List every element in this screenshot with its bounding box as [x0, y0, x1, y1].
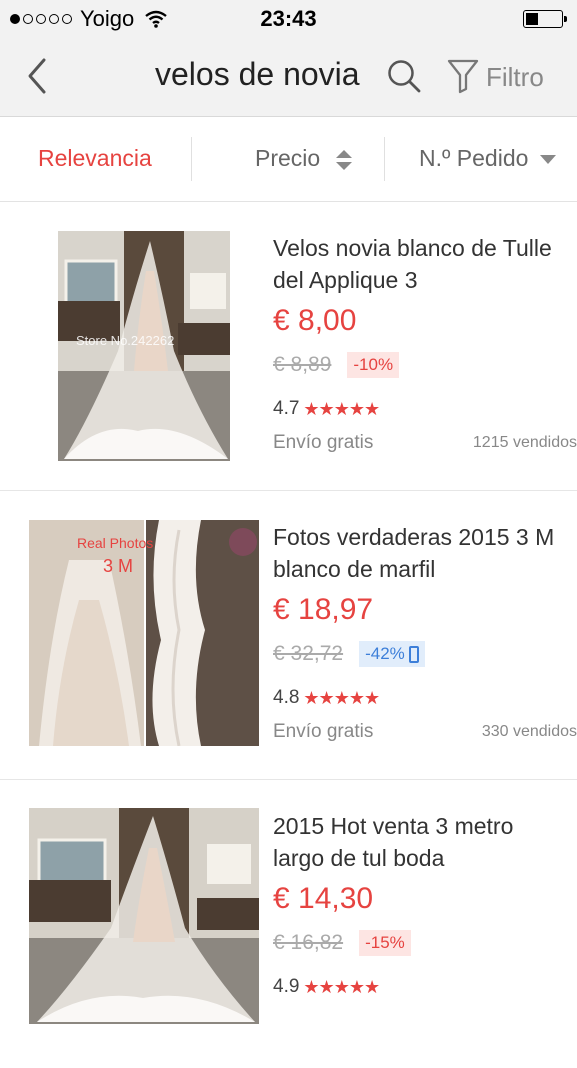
rating-row: 4.7 ★★★★★ — [273, 396, 563, 422]
discount-badge: -10% — [347, 352, 400, 378]
sort-divider — [384, 137, 385, 181]
rating-value: 4.9 — [273, 976, 300, 997]
rating-row: 4.8 ★★★★★ — [273, 685, 563, 711]
price-row: € 32,72 -42% — [273, 639, 563, 669]
shipping-label: Envío gratis — [273, 432, 374, 453]
veil-photo: Store No.242262 — [58, 231, 230, 461]
product-price: € 8,00 — [273, 304, 357, 337]
sold-count: 330 vendidos — [481, 723, 577, 740]
shipping-row: Envío gratis 1215 vendidos — [273, 432, 577, 458]
product-title[interactable]: Velos novia blanco de Tulle del Applique… — [273, 232, 563, 296]
product-info: Fotos verdaderas 2015 3 M blanco de marf… — [273, 521, 577, 747]
discount-text: -42% — [365, 644, 405, 663]
product-price: € 18,97 — [273, 593, 374, 626]
search-header: velos de novia Filtro — [0, 36, 577, 117]
sort-price-tab[interactable]: Precio — [255, 145, 353, 172]
original-price: € 8,89 — [273, 353, 332, 376]
veil-photo — [29, 808, 259, 1024]
star-rating-icon: ★★★★★ — [303, 398, 380, 419]
sold-count: 1215 vendidos — [472, 434, 577, 451]
product-item[interactable]: 2015 Hot venta 3 metro largo de tul boda… — [0, 780, 577, 1068]
battery-icon — [523, 10, 567, 28]
mobile-phone-icon — [408, 645, 419, 663]
sort-relevance-tab[interactable]: Relevancia — [38, 145, 152, 172]
image-watermark: Store No.242262 — [76, 333, 174, 348]
rating-value: 4.8 — [273, 687, 300, 708]
sort-price-label: Precio — [255, 145, 321, 171]
filter-button[interactable]: Filtro — [486, 62, 544, 93]
sort-relevance-label: Relevancia — [38, 145, 152, 171]
sort-up-down-icon — [335, 149, 352, 170]
veil-photo: Real Photos 3 M — [29, 520, 259, 746]
star-rating-icon: ★★★★★ — [303, 687, 380, 708]
product-info: Velos novia blanco de Tulle del Applique… — [273, 232, 577, 458]
sort-orders-tab[interactable]: N.º Pedido — [419, 145, 557, 172]
status-bar: Yoigo 23:43 — [0, 0, 577, 36]
product-image[interactable]: Real Photos 3 M — [29, 520, 259, 746]
product-title[interactable]: 2015 Hot venta 3 metro largo de tul boda — [273, 810, 563, 874]
status-time: 23:43 — [260, 6, 317, 31]
rating-value: 4.7 — [273, 398, 300, 419]
shipping-row: Envío gratis 330 vendidos — [273, 721, 577, 747]
discount-badge: -15% — [359, 930, 411, 956]
sort-divider — [191, 137, 192, 181]
search-icon[interactable] — [386, 58, 422, 94]
mobile-discount-badge: -42% — [359, 641, 425, 667]
original-price: € 16,82 — [273, 931, 344, 954]
star-rating-icon: ★★★★★ — [303, 976, 380, 997]
price-row: € 16,82 -15% — [273, 928, 563, 958]
product-title[interactable]: Fotos verdaderas 2015 3 M blanco de marf… — [273, 521, 563, 585]
product-item[interactable]: Real Photos 3 M Fotos verdaderas 2015 3 … — [0, 491, 577, 780]
chevron-down-icon — [539, 154, 556, 164]
image-caption: 3 M — [103, 556, 133, 576]
rating-row: 4.9 ★★★★★ — [273, 974, 563, 1000]
sort-orders-label: N.º Pedido — [419, 145, 529, 171]
product-image[interactable]: Store No.242262 — [58, 231, 230, 461]
filter-icon[interactable] — [446, 58, 480, 94]
search-query-title[interactable]: velos de novia — [155, 56, 360, 93]
product-info: 2015 Hot venta 3 metro largo de tul boda… — [273, 810, 563, 1000]
product-image[interactable] — [29, 808, 259, 1024]
sort-bar: Relevancia Precio N.º Pedido — [0, 117, 577, 202]
image-caption: Real Photos — [77, 535, 153, 551]
shipping-label: Envío gratis — [273, 721, 374, 742]
price-row: € 8,89 -10% — [273, 350, 563, 380]
back-icon[interactable] — [22, 54, 62, 98]
product-price: € 14,30 — [273, 882, 374, 915]
product-item[interactable]: Store No.242262 Velos novia blanco de Tu… — [0, 202, 577, 491]
original-price: € 32,72 — [273, 642, 344, 665]
